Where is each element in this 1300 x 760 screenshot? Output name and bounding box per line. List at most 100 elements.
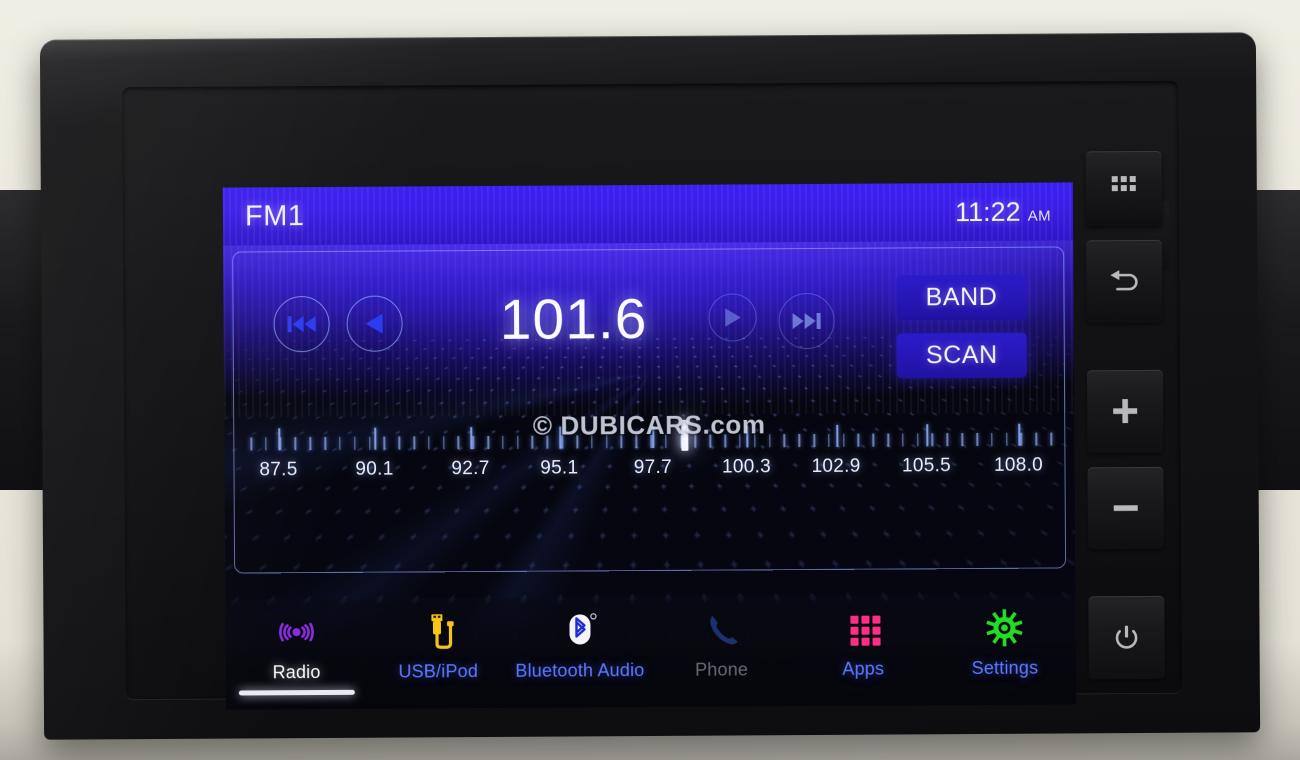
tuning-tick — [620, 435, 623, 449]
grid-icon — [1111, 176, 1137, 202]
tuning-tick — [887, 433, 889, 447]
tuning-tick — [413, 436, 415, 450]
radio-waves-icon — [276, 611, 316, 653]
tuning-tick — [754, 434, 756, 448]
tuning-tick — [383, 436, 386, 450]
tuning-tick — [857, 433, 860, 447]
tuning-tick — [516, 435, 519, 449]
tuning-tick — [724, 434, 727, 448]
tune-down-button[interactable] — [346, 295, 403, 352]
menu-grid-key[interactable] — [1085, 150, 1163, 227]
tuning-scale-labels: 87.5 90.1 92.7 95.1 97.7 100.3 102.9 105.5 108.0 — [250, 455, 1050, 484]
tuning-tick — [976, 432, 978, 447]
nav-item-label: Settings — [971, 657, 1039, 679]
tuning-tick — [1005, 432, 1008, 446]
power-icon — [1112, 624, 1140, 652]
tuning-tick — [828, 433, 830, 447]
tuning-tick — [428, 436, 430, 450]
scene: FM1 11:22 AM 101.6 BAND SCAN 87.5 90.1 9… — [0, 0, 1300, 760]
tuning-tick — [783, 434, 786, 448]
tuning-tick — [457, 436, 460, 450]
tuning-scale-label: 92.7 — [451, 457, 490, 480]
tuning-tick — [665, 434, 667, 448]
apps-grid-icon — [843, 608, 883, 650]
tuning-tick — [576, 435, 578, 449]
minus-icon — [1111, 493, 1141, 523]
tuning-tick — [813, 433, 815, 448]
back-key[interactable] — [1086, 239, 1163, 323]
tuning-tick — [694, 434, 697, 448]
power-key[interactable] — [1088, 596, 1165, 680]
volume-down-key[interactable] — [1087, 466, 1165, 550]
tuning-needle[interactable] — [680, 419, 688, 451]
tuning-ticks — [250, 416, 1052, 451]
tuning-tick-major — [926, 424, 929, 447]
tuning-tick — [502, 435, 504, 449]
tuning-tick — [354, 436, 356, 450]
tuning-tick — [487, 435, 490, 449]
nav-item-radio[interactable]: Radio — [225, 611, 367, 696]
tuning-tick — [605, 435, 608, 449]
tuning-tick — [368, 436, 371, 450]
tuning-tick — [946, 433, 949, 447]
clock-time: 11:22 — [954, 196, 1021, 227]
bluetooth-icon — [560, 609, 600, 651]
tune-up-icon — [722, 306, 744, 328]
tuning-tick-major — [374, 427, 377, 450]
tuning-scale-label: 87.5 — [259, 459, 298, 481]
tuning-tick-major — [278, 428, 281, 451]
tuning-tick-major — [835, 424, 838, 447]
head-unit: FM1 11:22 AM 101.6 BAND SCAN 87.5 90.1 9… — [39, 32, 1261, 740]
nav-item-usb-ipod[interactable]: USB/iPod — [367, 610, 509, 683]
nav-item-label: Bluetooth Audio — [515, 660, 645, 681]
tuning-tick — [324, 436, 327, 450]
tuning-tick — [902, 433, 904, 447]
source-nav-bar: Radio USB/iPod Bluetooth Audio Phone Apps Set… — [225, 594, 1076, 710]
tuning-tick — [561, 435, 564, 449]
tuning-tick-major — [746, 425, 749, 448]
band-button[interactable]: BAND — [896, 274, 1027, 321]
usb-cable-icon — [418, 610, 458, 652]
clock: 11:22 AM — [955, 196, 1051, 228]
tune-up-button[interactable] — [708, 293, 757, 342]
tuning-tick — [916, 433, 919, 447]
tuning-tick — [798, 434, 801, 448]
next-track-icon — [792, 311, 822, 331]
scan-button[interactable]: SCAN — [896, 332, 1027, 379]
nav-item-bluetooth-audio[interactable]: Bluetooth Audio — [509, 609, 651, 682]
tuning-tick — [739, 434, 741, 448]
tuning-tick-major — [470, 427, 473, 450]
tuning-tick — [1035, 432, 1038, 446]
tuning-tick — [591, 435, 593, 449]
tuner-panel: 101.6 BAND SCAN 87.5 90.1 92.7 95.1 97.7… — [232, 246, 1076, 697]
previous-track-button[interactable] — [273, 295, 330, 353]
nav-item-label: USB/iPod — [398, 661, 479, 682]
tuning-tick — [931, 433, 934, 447]
tuning-tick — [339, 436, 341, 450]
nav-item-apps[interactable]: Apps — [792, 607, 934, 680]
tuning-scale-label: 108.0 — [993, 454, 1044, 476]
tuning-tick-major — [652, 425, 655, 448]
tuning-tick — [309, 437, 312, 451]
active-tab-indicator — [238, 689, 355, 696]
tuning-tick-major — [559, 426, 562, 449]
tuning-scale-label: 102.9 — [811, 455, 861, 478]
nav-item-settings[interactable]: Settings — [934, 606, 1076, 679]
tuning-tick — [250, 437, 252, 451]
tuning-scale[interactable]: 87.5 90.1 92.7 95.1 97.7 100.3 102.9 105.5 108.0 — [250, 416, 1052, 493]
lcd-screen[interactable]: FM1 11:22 AM 101.6 BAND SCAN 87.5 90.1 9… — [222, 182, 1076, 710]
tuning-tick — [531, 435, 534, 449]
plus-icon — [1110, 396, 1140, 426]
tuning-tick — [872, 433, 875, 447]
back-arrow-icon — [1107, 269, 1141, 293]
tuning-tick — [961, 433, 964, 447]
volume-up-key[interactable] — [1086, 369, 1164, 453]
frequency-display: 101.6 — [499, 287, 648, 352]
tuning-tick — [842, 433, 845, 447]
next-track-button[interactable] — [778, 292, 835, 350]
tune-down-icon — [363, 312, 387, 336]
gear-icon — [985, 607, 1025, 649]
tuning-tick — [442, 436, 445, 450]
band-indicator: FM1 — [244, 199, 305, 232]
tuning-scale-label: 90.1 — [355, 458, 394, 480]
